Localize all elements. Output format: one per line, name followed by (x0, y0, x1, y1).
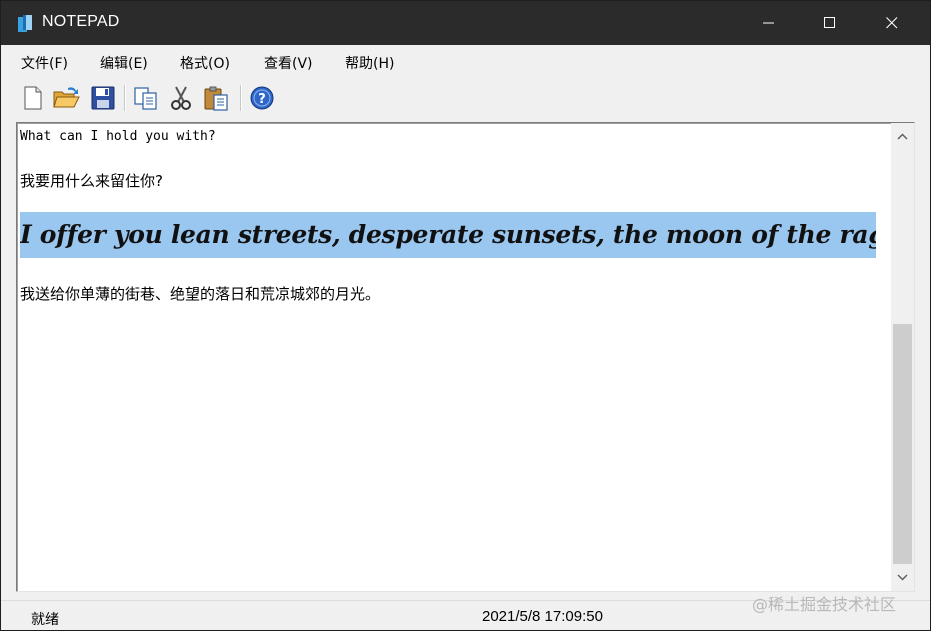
notepad-window: NOTEPAD 文件(F) 编辑(E) 格式(O) 查看(V) 帮助(H) ? … (0, 0, 931, 631)
minimize-icon (763, 22, 774, 24)
menu-file[interactable]: 文件(F) (21, 53, 68, 73)
chevron-up-icon (897, 133, 908, 140)
cut-scissors-icon[interactable] (167, 84, 195, 112)
save-disk-icon[interactable] (89, 84, 117, 112)
menu-edit[interactable]: 编辑(E) (100, 53, 148, 73)
maximize-button[interactable] (801, 1, 859, 45)
close-button[interactable] (863, 1, 921, 45)
document-content[interactable]: What can I hold you with? 我要用什么来留住你? I o… (17, 123, 891, 591)
copy-icon[interactable] (132, 84, 160, 112)
menu-view[interactable]: 查看(V) (264, 53, 313, 73)
selected-text-line[interactable]: I offer you lean streets, desperate suns… (20, 212, 876, 258)
menu-help[interactable]: 帮助(H) (345, 53, 394, 73)
title-bar[interactable]: NOTEPAD (1, 1, 930, 45)
scroll-down-button[interactable] (891, 566, 914, 589)
text-line-1[interactable]: What can I hold you with? (20, 129, 216, 144)
maximize-icon (824, 17, 835, 28)
open-folder-icon[interactable] (52, 84, 80, 112)
scroll-thumb[interactable] (893, 324, 912, 564)
notepad-app-icon (18, 15, 32, 32)
vertical-scrollbar[interactable] (891, 123, 914, 591)
minimize-button[interactable] (740, 1, 798, 45)
menu-bar: 文件(F) 编辑(E) 格式(O) 查看(V) 帮助(H) (1, 45, 930, 79)
text-line-4[interactable]: 我送给你单薄的街巷、绝望的落日和荒凉城郊的月光。 (20, 283, 380, 304)
toolbar-separator (124, 85, 126, 111)
menu-format[interactable]: 格式(O) (180, 53, 230, 73)
help-icon[interactable]: ? (248, 84, 276, 112)
close-icon (886, 17, 898, 29)
text-line-2[interactable]: 我要用什么来留住你? (20, 170, 163, 191)
new-file-icon[interactable] (19, 84, 47, 112)
toolbar: ? (1, 79, 930, 119)
status-datetime: 2021/5/8 17:09:50 (482, 608, 603, 625)
text-editor[interactable]: What can I hold you with? 我要用什么来留住你? I o… (16, 122, 915, 592)
status-state: 就绪 (31, 612, 59, 628)
scroll-up-button[interactable] (891, 125, 914, 148)
toolbar-separator (240, 85, 242, 111)
window-title: NOTEPAD (42, 13, 120, 30)
chevron-down-icon (897, 574, 908, 581)
svg-text:?: ? (258, 92, 266, 107)
watermark: @稀土掘金技术社区 (752, 595, 897, 614)
paste-clipboard-icon[interactable] (202, 84, 230, 112)
